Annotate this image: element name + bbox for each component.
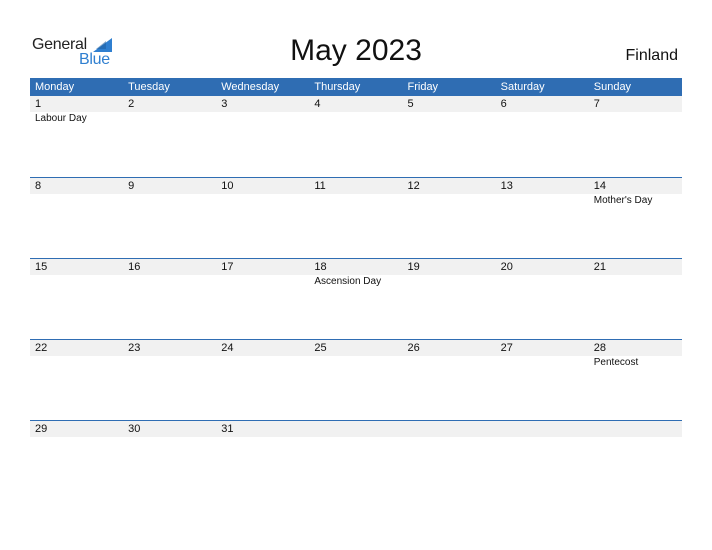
week-row: 8 9 10 11 12 13 14 Mother's Day [30, 177, 682, 258]
day-cell: 4 [309, 96, 402, 112]
day-number: 5 [407, 98, 414, 110]
day-number: 25 [314, 342, 327, 354]
day-number-bar: 29 30 31 [30, 421, 682, 437]
week-row: 22 23 24 25 26 27 28 Pentecost [30, 339, 682, 420]
day-cell: 29 [30, 421, 123, 437]
day-cell [496, 421, 589, 437]
day-number: 6 [500, 98, 507, 110]
day-number: 29 [35, 423, 48, 435]
day-number-bar: 1 Labour Day 2 3 4 5 6 7 [30, 96, 682, 124]
day-number: 28 [593, 342, 606, 354]
calendar-title: May 2023 [290, 34, 422, 67]
week-row: 1 Labour Day 2 3 4 5 6 7 [30, 96, 682, 177]
day-cell: 11 [309, 178, 402, 194]
day-cell: 30 [123, 421, 216, 437]
day-number: 3 [221, 98, 228, 110]
weekday-sunday: Sunday [593, 81, 632, 93]
holiday-label: Ascension Day [314, 276, 382, 287]
weekday-friday: Friday [407, 81, 439, 93]
day-number: 15 [35, 261, 48, 273]
day-cell: 8 [30, 178, 123, 194]
day-number: 24 [221, 342, 234, 354]
weeks-container: 1 Labour Day 2 3 4 5 6 7 8 9 10 11 12 13 14 Mother's Da… [30, 96, 682, 501]
holiday-label: Labour Day [35, 113, 87, 124]
day-number-bar: 8 9 10 11 12 13 14 Mother's Day [30, 178, 682, 206]
day-number: 12 [407, 180, 420, 192]
day-cell: 26 [403, 340, 496, 356]
day-cell [589, 421, 682, 437]
day-number: 10 [221, 180, 234, 192]
day-cell: 27 [496, 340, 589, 356]
day-number: 20 [500, 261, 513, 273]
day-cell: 31 [216, 421, 309, 437]
day-number: 19 [407, 261, 420, 273]
day-cell: 16 [123, 259, 216, 275]
weekday-thursday: Thursday [314, 81, 361, 93]
day-number: 26 [407, 342, 420, 354]
day-number: 2 [128, 98, 135, 110]
day-number: 14 [593, 180, 606, 192]
day-number-bar: 22 23 24 25 26 27 28 Pentecost [30, 340, 682, 368]
day-cell: 5 [403, 96, 496, 112]
day-cell: 1 Labour Day [30, 96, 123, 124]
day-cell: 15 [30, 259, 123, 275]
day-number: 17 [221, 261, 234, 273]
day-cell: 20 [496, 259, 589, 275]
day-cell: 10 [216, 178, 309, 194]
day-number: 22 [35, 342, 48, 354]
day-number: 21 [593, 261, 606, 273]
day-number: 16 [128, 261, 141, 273]
holiday-label: Pentecost [593, 357, 639, 368]
day-cell: 3 [216, 96, 309, 112]
day-cell: 19 [403, 259, 496, 275]
day-number: 11 [314, 180, 326, 192]
day-cell: 18 Ascension Day [309, 259, 402, 287]
day-number: 23 [128, 342, 141, 354]
day-number: 9 [128, 180, 135, 192]
day-number: 18 [314, 261, 327, 273]
day-number: 4 [314, 98, 321, 110]
day-cell [403, 421, 496, 437]
weekday-wednesday: Wednesday [221, 81, 280, 93]
day-cell: 21 [589, 259, 682, 275]
weekday-saturday: Saturday [500, 81, 545, 93]
holiday-label: Mother's Day [593, 195, 653, 206]
day-number-bar: 15 16 17 18 Ascension Day 19 20 21 [30, 259, 682, 287]
weekday-monday: Monday [35, 81, 75, 93]
day-number: 13 [500, 180, 513, 192]
day-number: 27 [500, 342, 513, 354]
day-cell: 17 [216, 259, 309, 275]
weekday-tuesday: Tuesday [128, 81, 170, 93]
week-row: 29 30 31 [30, 420, 682, 501]
day-cell: 7 [589, 96, 682, 112]
country-label: Finland [625, 47, 678, 64]
day-cell: 12 [403, 178, 496, 194]
day-cell: 9 [123, 178, 216, 194]
day-cell: 14 Mother's Day [589, 178, 682, 206]
day-number: 30 [128, 423, 141, 435]
day-number: 1 [35, 98, 42, 110]
day-number: 31 [221, 423, 234, 435]
day-cell: 25 [309, 340, 402, 356]
day-cell: 6 [496, 96, 589, 112]
day-number: 8 [35, 180, 42, 192]
week-row: 15 16 17 18 Ascension Day 19 20 21 [30, 258, 682, 339]
calendar-grid: Monday Tuesday Wednesday Thursday Friday… [30, 78, 682, 501]
day-cell: 2 [123, 96, 216, 112]
day-cell [309, 421, 402, 437]
day-cell: 24 [216, 340, 309, 356]
weekday-header: Monday Tuesday Wednesday Thursday Friday… [30, 78, 682, 96]
day-cell: 13 [496, 178, 589, 194]
day-cell: 22 [30, 340, 123, 356]
day-cell: 23 [123, 340, 216, 356]
day-number: 7 [593, 98, 600, 110]
day-cell: 28 Pentecost [589, 340, 682, 368]
